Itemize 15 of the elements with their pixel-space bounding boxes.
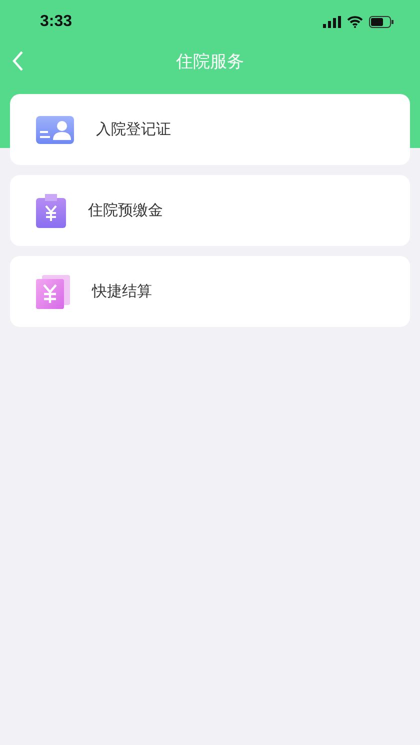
service-label: 入院登记证 xyxy=(96,120,171,139)
service-card[interactable]: 入院登记证 xyxy=(10,94,410,165)
service-label: 住院预缴金 xyxy=(88,201,163,220)
page-title: 住院服务 xyxy=(176,50,244,72)
service-card[interactable]: 快捷结算 xyxy=(10,256,410,327)
service-card[interactable]: 住院预缴金 xyxy=(10,175,410,246)
wifi-icon xyxy=(347,16,363,28)
signal-icon xyxy=(323,16,341,28)
battery-icon xyxy=(369,16,394,28)
back-icon xyxy=(12,50,24,72)
service-label: 快捷结算 xyxy=(92,282,152,301)
receipt-icon xyxy=(36,274,70,308)
id-card-icon xyxy=(36,116,74,144)
clipboard-icon xyxy=(36,194,66,228)
status-time: 3:33 xyxy=(40,13,72,31)
